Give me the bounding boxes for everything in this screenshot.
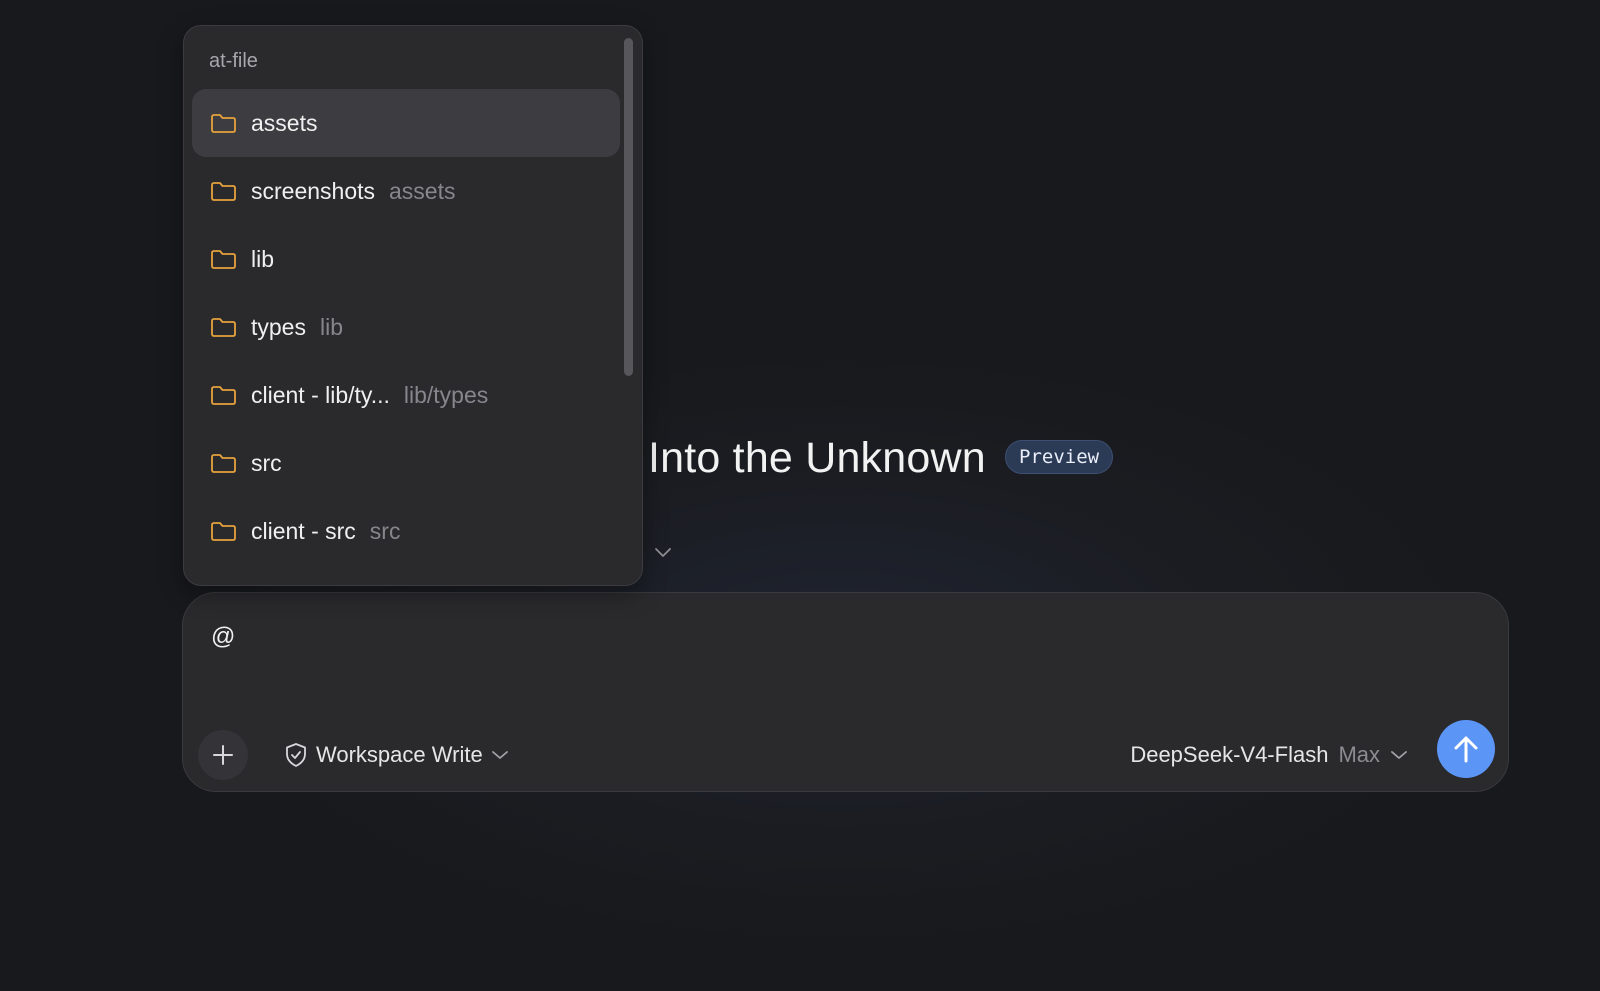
- expand-chevron-icon[interactable]: [654, 546, 672, 560]
- add-attachment-button[interactable]: [198, 730, 248, 780]
- chevron-down-icon: [491, 751, 508, 759]
- folder-icon: [211, 386, 236, 405]
- send-button[interactable]: [1437, 720, 1495, 778]
- folder-icon: [211, 250, 236, 269]
- model-effort: Max: [1338, 742, 1380, 767]
- preview-badge: Preview: [1005, 440, 1114, 474]
- item-name: assets: [251, 109, 318, 136]
- chat-composer: @ Workspace Write DeepSeek-V4-Flash Max: [182, 592, 1509, 792]
- folder-icon: [211, 182, 236, 201]
- list-item[interactable]: types lib: [192, 293, 620, 361]
- plus-icon: [213, 745, 233, 765]
- file-list: assets screenshots assets lib types lib …: [192, 89, 620, 565]
- folder-icon: [211, 522, 236, 541]
- item-path: lib/types: [403, 381, 489, 408]
- item-name: client - lib/ty...: [251, 381, 390, 408]
- model-name: DeepSeek-V4-Flash: [1130, 742, 1329, 767]
- item-name: screenshots: [251, 177, 376, 204]
- folder-icon: [211, 114, 236, 133]
- file-mention-popup: at-file assets screenshots assets lib ty…: [183, 25, 643, 586]
- arrow-up-icon: [1454, 736, 1478, 763]
- permission-mode-button[interactable]: Workspace Write: [284, 735, 509, 775]
- chevron-down-icon: [1391, 751, 1407, 759]
- item-path: lib: [319, 313, 343, 340]
- list-item[interactable]: lib: [192, 225, 620, 293]
- folder-icon: [211, 454, 236, 473]
- list-item[interactable]: screenshots assets: [192, 157, 620, 225]
- item-name: client - src: [251, 517, 356, 544]
- folder-icon: [211, 318, 236, 337]
- item-name: lib: [251, 245, 275, 272]
- item-path: assets: [389, 177, 456, 204]
- list-item[interactable]: client - lib/ty... lib/types: [192, 361, 620, 429]
- list-item[interactable]: src: [192, 429, 620, 497]
- item-name: types: [251, 313, 306, 340]
- shield-check-icon: [286, 743, 306, 767]
- list-item[interactable]: client - src src: [192, 497, 620, 565]
- item-path: src: [369, 517, 401, 544]
- item-name: src: [251, 449, 282, 476]
- permission-mode-label: Workspace Write: [316, 742, 483, 767]
- message-input[interactable]: @: [211, 623, 235, 651]
- popup-header: at-file: [209, 50, 258, 72]
- model-selector-button[interactable]: DeepSeek-V4-Flash Max: [1130, 735, 1408, 775]
- scrollbar-thumb[interactable]: [624, 38, 633, 376]
- page-title: Into the Unknown: [648, 434, 986, 482]
- list-item[interactable]: assets: [192, 89, 620, 157]
- app-stage: Into the Unknown Preview @ Workspace Wri…: [0, 0, 1600, 991]
- popup-scrollbar[interactable]: [621, 34, 635, 579]
